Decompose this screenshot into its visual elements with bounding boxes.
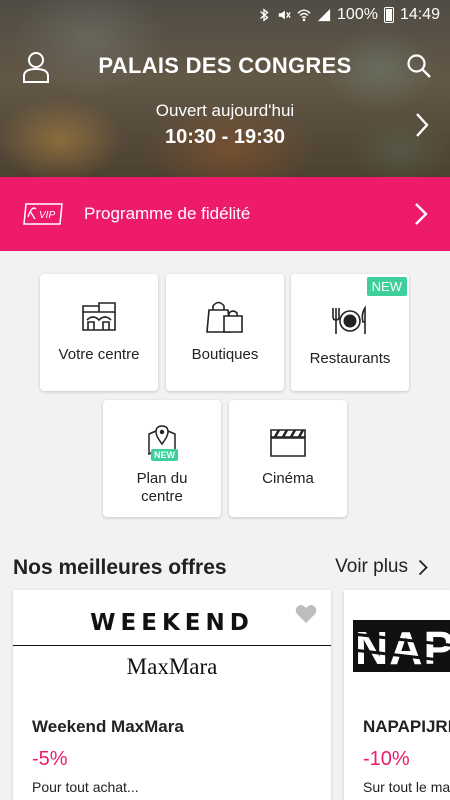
wifi-icon [297,9,311,22]
brand-logo-text: NAPAPIJRI [355,622,450,672]
brand-logo-line1: WEEKEND [90,610,254,636]
offer-name: Weekend MaxMara [32,717,184,736]
status-bar: 100% 14:49 [0,0,450,30]
search-icon[interactable] [406,53,432,79]
offer-description: Pour tout achat... [32,779,139,795]
tile-label: Restaurants [309,350,391,367]
chevron-right-icon [418,559,428,575]
bluetooth-icon [260,8,269,22]
brand-logo: NAPAPIJRI [353,620,450,672]
tile-plan-du-centre[interactable]: NEW Plan du centre [103,400,221,517]
battery-icon [383,7,394,23]
clapperboard-icon [270,429,306,457]
opening-status: Ouvert aujourd'hui [155,101,295,120]
mute-icon [278,10,291,20]
brand-logo: WEEKEND MaxMara [13,590,331,702]
offer-discount: -10% [363,748,410,770]
opening-time: 10:30 - 19:30 [164,126,286,148]
see-more-link[interactable]: Voir plus [335,556,428,578]
top-bar: PALAIS DES CONGRES [0,44,450,90]
plate-cutlery-icon [332,306,366,334]
tile-votre-centre[interactable]: Votre centre [40,274,158,391]
opening-hours[interactable]: Ouvert aujourd'hui 10:30 - 19:30 [0,101,450,149]
tile-label: Votre centre [58,346,140,363]
tile-label: Boutiques [191,346,259,363]
loyalty-label: Programme de fidélité [84,204,251,223]
tile-label: Cinéma [262,470,314,487]
page-title: PALAIS DES CONGRES [98,53,352,78]
brand-logo-line2: MaxMara [126,654,218,679]
chevron-right-icon[interactable] [414,112,430,138]
battery-percent: 100% [337,6,378,23]
logo-divider [13,645,331,646]
clock: 14:49 [399,6,440,23]
heart-icon[interactable] [295,604,317,624]
shopping-bags-icon [206,301,243,333]
signal-icon [317,8,331,22]
chevron-right-icon [415,203,428,225]
new-badge: NEW [366,277,407,296]
offer-card[interactable]: NAPAPIJRI NAPAPIJRI -10% Sur tout le ma [344,590,450,800]
offer-discount: -5% [32,748,68,770]
offer-card[interactable]: WEEKEND MaxMara Weekend MaxMara -5% Pour… [13,590,331,800]
tile-restaurants[interactable]: NEW Restaurants [291,274,409,391]
offers-section-title: Nos meilleures offres [13,556,227,579]
new-badge: NEW [151,449,178,461]
tile-label: Plan du centre [136,470,188,505]
offer-description: Sur tout le ma [363,779,450,795]
tile-boutiques[interactable]: Boutiques [166,274,284,391]
see-more-label: Voir plus [335,556,408,577]
loyalty-program-banner[interactable]: VIP Programme de fidélité [0,177,450,251]
tile-cinema[interactable]: Cinéma [229,400,347,517]
vip-card-icon: VIP [23,203,63,225]
shopping-center-icon [82,302,116,331]
vip-label: VIP [39,210,55,221]
offer-name: NAPAPIJRI [363,717,450,736]
